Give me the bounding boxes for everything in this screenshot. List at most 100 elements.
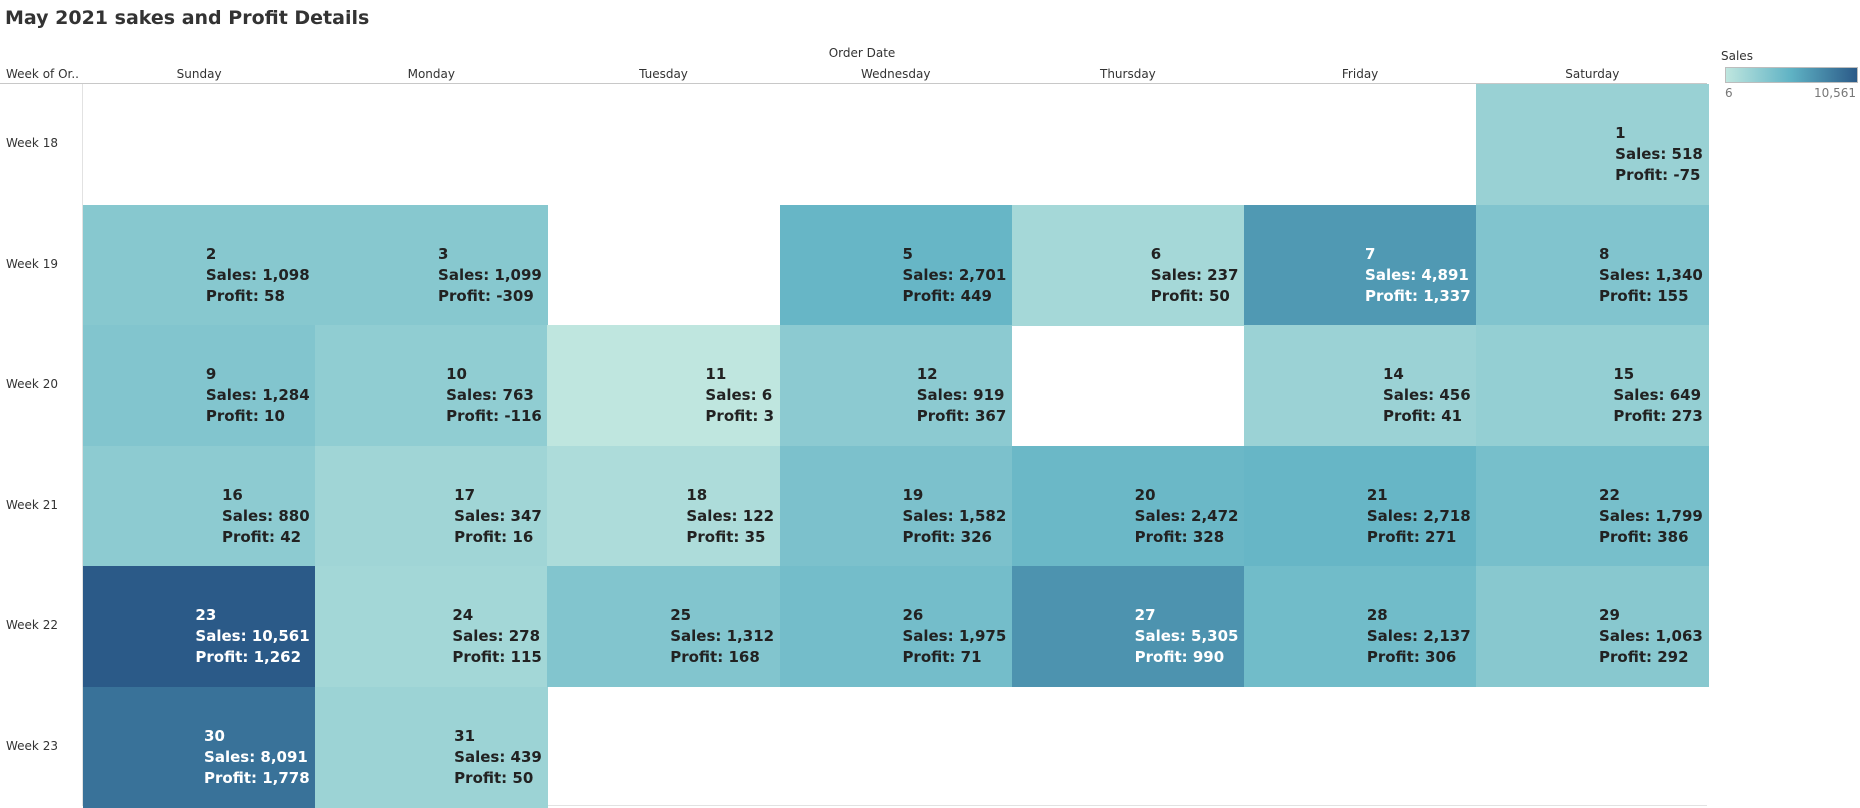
cell-label: 19 Sales: 1,582 Profit: 326 bbox=[902, 485, 1006, 548]
chart-title: May 2021 sakes and Profit Details bbox=[5, 7, 370, 29]
cell-day-label: 27 bbox=[1134, 606, 1156, 624]
cell-day-label: 16 bbox=[221, 485, 243, 504]
cell-day-label: 15 bbox=[1613, 365, 1635, 383]
heatmap-cell-day-6[interactable]: 6 Sales: 237 Profit: 50 bbox=[1011, 204, 1245, 326]
heatmap-cell-day-7[interactable]: 7 Sales: 4,891 Profit: 1,337 bbox=[1244, 204, 1477, 326]
cell-profit-label: Profit: 1,337 bbox=[1365, 286, 1471, 305]
cell-profit-label: Profit: 1,262 bbox=[195, 648, 302, 666]
cell-day-label: 18 bbox=[686, 485, 708, 504]
heatmap-cell-day-30[interactable]: 30 Sales: 8,091 Profit: 1,778 bbox=[83, 686, 316, 808]
heatmap-cell-day-28[interactable]: 28 Sales: 2,137 Profit: 306 bbox=[1244, 566, 1477, 687]
heatmap-cell-day-22[interactable]: 22 Sales: 1,799 Profit: 386 bbox=[1476, 445, 1709, 567]
cell-label: 7 Sales: 4,891 Profit: 1,337 bbox=[1365, 244, 1471, 307]
cell-label: 10 Sales: 763 Profit: -116 bbox=[446, 364, 542, 427]
heatmap-cell-day-3[interactable]: 3 Sales: 1,099 Profit: -309 bbox=[315, 204, 548, 326]
cell-sales-label: Sales: 4,891 bbox=[1365, 265, 1469, 284]
cell-day-label: 11 bbox=[705, 365, 727, 383]
cell-day-label: 24 bbox=[452, 606, 474, 624]
heatmap-cell-day-1[interactable]: 1 Sales: 518 Profit: -75 bbox=[1476, 84, 1709, 205]
column-header-monday: Monday bbox=[407, 67, 455, 81]
heatmap-cell-day-29[interactable]: 29 Sales: 1,063 Profit: 292 bbox=[1476, 566, 1709, 687]
cell-profit-label: Profit: 155 bbox=[1599, 286, 1689, 305]
cell-day-label: 19 bbox=[902, 485, 924, 504]
cell-profit-label: Profit: 42 bbox=[221, 527, 302, 546]
heatmap-cell-day-12[interactable]: 12 Sales: 919 Profit: 367 bbox=[779, 325, 1013, 446]
row-label-week-19: Week 19 bbox=[6, 256, 58, 271]
cell-sales-label: Sales: 649 bbox=[1613, 386, 1702, 404]
cell-profit-label: Profit: 326 bbox=[902, 527, 992, 546]
heatmap-cell-day-26[interactable]: 26 Sales: 1,975 Profit: 71 bbox=[779, 566, 1013, 687]
heatmap-cell-day-24[interactable]: 24 Sales: 278 Profit: 115 bbox=[315, 566, 548, 687]
cell-sales-label: Sales: 1,975 bbox=[902, 627, 1007, 645]
heatmap-cell-day-8[interactable]: 8 Sales: 1,340 Profit: 155 bbox=[1476, 204, 1709, 326]
heatmap-cell-day-11[interactable]: 11 Sales: 6 Profit: 3 bbox=[547, 325, 781, 446]
cell-label: 5 Sales: 2,701 Profit: 449 bbox=[902, 244, 1006, 307]
heatmap-cell-day-17[interactable]: 17 Sales: 347 Profit: 16 bbox=[315, 445, 548, 567]
row-label-week-18: Week 18 bbox=[6, 136, 58, 151]
heatmap-cell-day-15[interactable]: 15 Sales: 649 Profit: 273 bbox=[1476, 325, 1709, 446]
cell-sales-label: Sales: 1,284 bbox=[205, 386, 310, 404]
heatmap-cell-day-25[interactable]: 25 Sales: 1,312 Profit: 168 bbox=[547, 566, 781, 687]
cell-day-label: 25 bbox=[670, 606, 692, 624]
row-header-label: Week of Or.. bbox=[6, 67, 79, 81]
cell-profit-label: Profit: 35 bbox=[686, 527, 766, 546]
legend-max-label: 10,561 bbox=[1814, 86, 1856, 100]
cell-day-label: 29 bbox=[1599, 606, 1620, 624]
row-label-week-21: Week 21 bbox=[6, 497, 58, 512]
cell-day-label: 2 bbox=[205, 244, 217, 263]
cell-day-label: 10 bbox=[446, 365, 467, 383]
cell-day-label: 21 bbox=[1366, 485, 1388, 504]
cell-profit-label: Profit: 990 bbox=[1134, 648, 1225, 666]
cell-label: 3 Sales: 1,099 Profit: -309 bbox=[438, 244, 542, 307]
cell-profit-label: Profit: 50 bbox=[454, 768, 534, 787]
cell-day-label: 6 bbox=[1150, 244, 1162, 263]
column-header-saturday: Saturday bbox=[1565, 67, 1620, 81]
heatmap-cell-day-14[interactable]: 14 Sales: 456 Profit: 41 bbox=[1244, 325, 1477, 446]
cell-label: 2 Sales: 1,098 Profit: 58 bbox=[206, 244, 310, 307]
cell-sales-label: Sales: 1,312 bbox=[670, 627, 775, 645]
cell-label: 18 Sales: 122 Profit: 35 bbox=[686, 485, 774, 548]
cell-profit-label: Profit: 449 bbox=[902, 286, 992, 305]
cell-profit-label: Profit: 50 bbox=[1150, 286, 1230, 305]
row-label-week-23: Week 23 bbox=[6, 738, 58, 753]
cell-label: 22 Sales: 1,799 Profit: 386 bbox=[1599, 485, 1703, 548]
heatmap-cell-day-16[interactable]: 16 Sales: 880 Profit: 42 bbox=[83, 445, 316, 567]
legend-min-label: 6 bbox=[1725, 86, 1733, 100]
cell-sales-label: Sales: 1,099 bbox=[438, 265, 542, 284]
cell-day-label: 23 bbox=[195, 606, 217, 624]
cell-label: 30 Sales: 8,091 Profit: 1,778 bbox=[204, 726, 310, 789]
cell-profit-label: Profit: 168 bbox=[670, 648, 760, 666]
heatmap-cell-day-9[interactable]: 9 Sales: 1,284 Profit: 10 bbox=[83, 325, 316, 446]
heatmap-cell-day-27[interactable]: 27 Sales: 5,305 Profit: 990 bbox=[1011, 566, 1245, 687]
cell-label: 21 Sales: 2,718 Profit: 271 bbox=[1367, 485, 1471, 548]
cell-label: 11 Sales: 6 Profit: 3 bbox=[705, 364, 774, 427]
cell-profit-label: Profit: 3 bbox=[705, 407, 775, 425]
heatmap-cell-day-2[interactable]: 2 Sales: 1,098 Profit: 58 bbox=[83, 204, 316, 326]
column-header-friday: Friday bbox=[1341, 67, 1379, 81]
heatmap-cell-day-21[interactable]: 21 Sales: 2,718 Profit: 271 bbox=[1244, 445, 1477, 567]
cell-profit-label: Profit: 271 bbox=[1366, 527, 1457, 546]
cell-profit-label: Profit: 16 bbox=[454, 527, 534, 546]
cell-sales-label: Sales: 1,098 bbox=[205, 265, 310, 284]
cell-sales-label: Sales: 2,718 bbox=[1366, 506, 1471, 525]
cell-label: 14 Sales: 456 Profit: 41 bbox=[1383, 364, 1471, 427]
cell-day-label: 5 bbox=[902, 244, 913, 263]
cell-day-label: 17 bbox=[454, 485, 476, 504]
cell-sales-label: Sales: 8,091 bbox=[204, 747, 308, 766]
heatmap-cell-day-5[interactable]: 5 Sales: 2,701 Profit: 449 bbox=[779, 204, 1013, 326]
heatmap-cell-day-10[interactable]: 10 Sales: 763 Profit: -116 bbox=[315, 325, 548, 446]
heatmap-cell-day-23[interactable]: 23 Sales: 10,561 Profit: 1,262 bbox=[83, 566, 316, 687]
heatmap-cell-day-19[interactable]: 19 Sales: 1,582 Profit: 326 bbox=[779, 445, 1013, 567]
heatmap-cell-day-18[interactable]: 18 Sales: 122 Profit: 35 bbox=[547, 445, 781, 567]
cell-profit-label: Profit: 273 bbox=[1613, 407, 1703, 425]
cell-day-label: 8 bbox=[1599, 244, 1610, 263]
cell-day-label: 20 bbox=[1134, 485, 1156, 504]
cell-profit-label: Profit: -116 bbox=[446, 407, 542, 425]
cell-sales-label: Sales: 2,472 bbox=[1134, 506, 1239, 525]
heatmap-cell-day-31[interactable]: 31 Sales: 439 Profit: 50 bbox=[315, 686, 548, 808]
cell-day-label: 26 bbox=[902, 606, 924, 624]
cell-sales-label: Sales: 10,561 bbox=[195, 627, 310, 645]
legend-color-ramp bbox=[1725, 67, 1858, 83]
header-divider bbox=[0, 83, 1707, 84]
heatmap-cell-day-20[interactable]: 20 Sales: 2,472 Profit: 328 bbox=[1011, 445, 1245, 567]
